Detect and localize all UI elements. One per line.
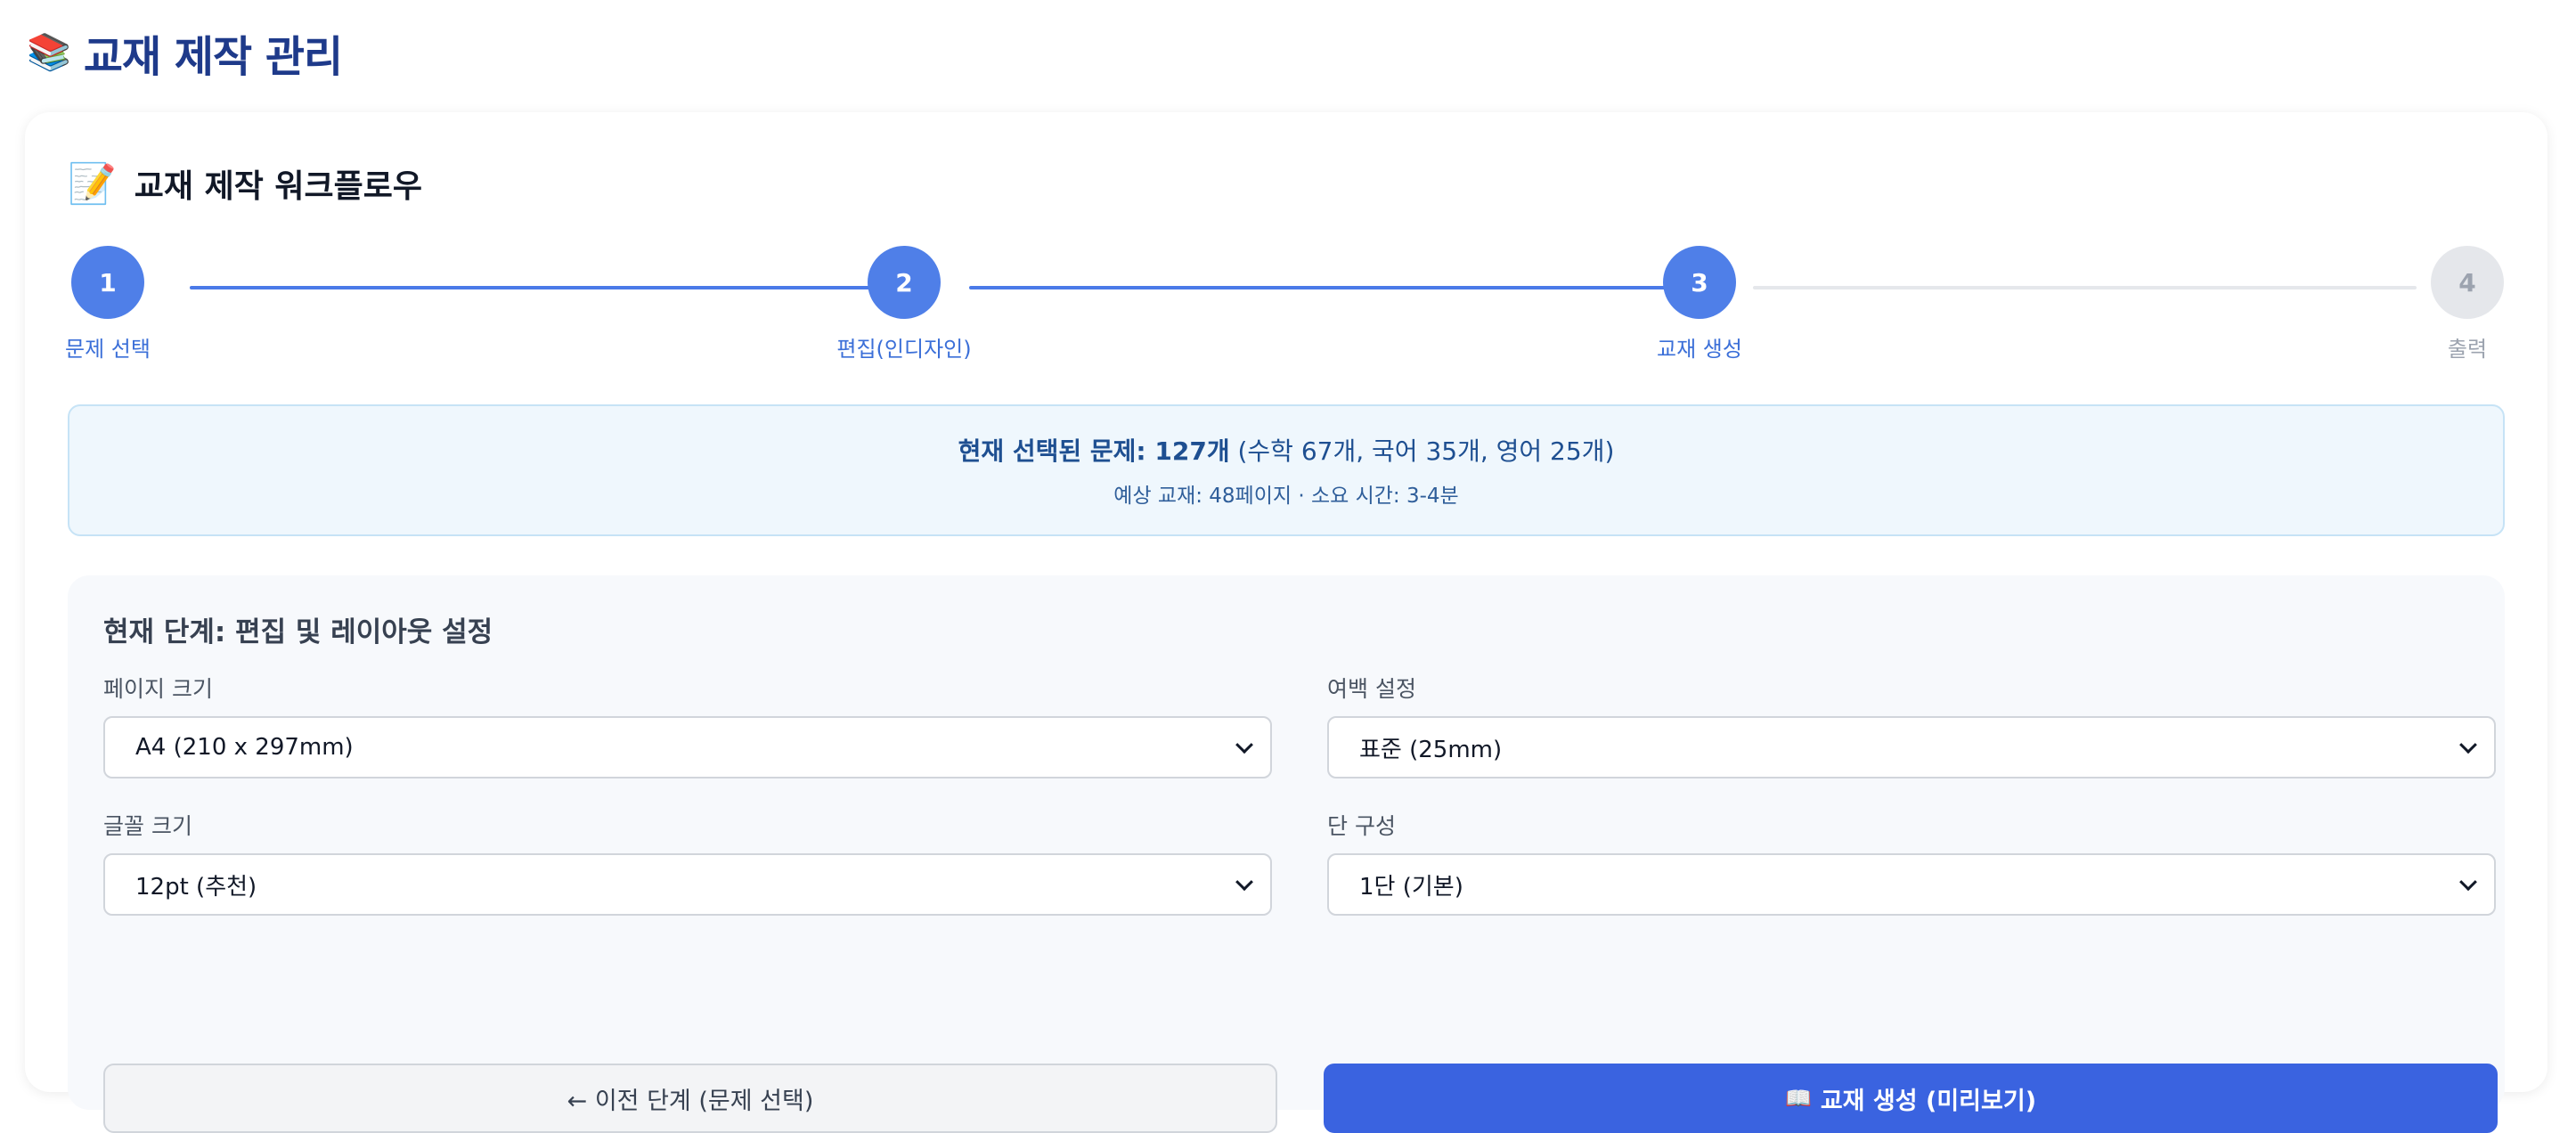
- step-3-label: 교재 생성: [1657, 337, 1742, 362]
- page-size-select[interactable]: A4 (210 x 297mm): [103, 716, 1272, 778]
- workflow-card: 📝 교재 제작 워크플로우 1 문제 선택 2 편집(인디자인) 3 교재 생성…: [25, 112, 2547, 1133]
- selected-count: 현재 선택된 문제: 127개: [958, 436, 1230, 466]
- step-2-label: 편집(인디자인): [836, 337, 972, 362]
- workflow-title: 교재 제작 워크플로우: [134, 168, 422, 205]
- margin-field: 여백 설정 표준 (25mm): [1327, 672, 2496, 778]
- books-icon: 📚: [27, 32, 71, 73]
- chevron-down-icon: [2459, 736, 2477, 754]
- step-4-circle: 4: [2431, 246, 2504, 319]
- step-1-label: 문제 선택: [65, 337, 151, 362]
- page-size-field: 페이지 크기 A4 (210 x 297mm): [103, 672, 1272, 778]
- columns-select[interactable]: 1단 (기본): [1327, 853, 2496, 916]
- selection-summary-main: 현재 선택된 문제: 127개 (수학 67개, 국어 35개, 영어 25개): [958, 432, 1615, 468]
- page-size-label: 페이지 크기: [103, 676, 213, 702]
- font-size-value: 12pt (추천): [135, 873, 257, 901]
- font-size-select[interactable]: 12pt (추천): [103, 853, 1272, 916]
- step-connector-3-4: [1753, 286, 2417, 289]
- step-1-circle: 1: [71, 246, 144, 319]
- font-size-label: 글꼴 크기: [103, 813, 192, 839]
- previous-step-label: ← 이전 단계 (문제 선택): [567, 1087, 814, 1115]
- step-3-circle: 3: [1663, 246, 1736, 319]
- step-2[interactable]: 2 편집(인디자인): [815, 246, 993, 363]
- margin-select[interactable]: 표준 (25mm): [1327, 716, 2496, 778]
- step-2-circle: 2: [868, 246, 941, 319]
- generate-textbook-label: 교재 생성 (미리보기): [1820, 1087, 2037, 1115]
- workflow-header: 📝 교재 제작 워크플로우: [68, 160, 422, 207]
- columns-label: 단 구성: [1327, 813, 1396, 839]
- step-1[interactable]: 1 문제 선택: [19, 246, 197, 363]
- generate-textbook-button[interactable]: 📖 교재 생성 (미리보기): [1324, 1064, 2498, 1133]
- chevron-down-icon: [1235, 736, 1253, 754]
- step-connector-1-2: [190, 286, 898, 289]
- previous-step-button[interactable]: ← 이전 단계 (문제 선택): [103, 1064, 1277, 1133]
- selected-breakdown: (수학 67개, 국어 35개, 영어 25개): [1229, 436, 1615, 466]
- columns-value: 1단 (기본): [1359, 873, 1463, 901]
- selection-summary: 현재 선택된 문제: 127개 (수학 67개, 국어 35개, 영어 25개)…: [68, 404, 2505, 536]
- step-4[interactable]: 4 출력: [2378, 246, 2556, 363]
- margin-value: 표준 (25mm): [1359, 736, 1503, 763]
- margin-label: 여백 설정: [1327, 676, 1416, 702]
- chevron-down-icon: [1235, 873, 1253, 892]
- workflow-stepper: 1 문제 선택 2 편집(인디자인) 3 교재 생성 4 출력: [25, 246, 2547, 371]
- page-header: 📚 교재 제작 관리: [27, 21, 343, 84]
- open-book-icon: 📖: [1784, 1086, 1812, 1111]
- page-title: 교재 제작 관리: [83, 32, 343, 82]
- step-3[interactable]: 3 교재 생성: [1610, 246, 1789, 363]
- columns-field: 단 구성 1단 (기본): [1327, 809, 2496, 916]
- chevron-down-icon: [2459, 873, 2477, 892]
- page-size-value: A4 (210 x 297mm): [135, 734, 354, 761]
- selection-estimate: 예상 교재: 48페이지 · 소요 시간: 3-4분: [1113, 485, 1459, 508]
- memo-icon: 📝: [68, 161, 117, 207]
- layout-settings-panel: 현재 단계: 편집 및 레이아웃 설정 페이지 크기 A4 (210 x 297…: [68, 575, 2505, 1133]
- step-4-label: 출력: [2447, 337, 2488, 362]
- current-step-title: 현재 단계: 편집 및 레이아웃 설정: [103, 616, 493, 648]
- font-size-field: 글꼴 크기 12pt (추천): [103, 809, 1272, 916]
- step-connector-2-3: [969, 286, 1682, 289]
